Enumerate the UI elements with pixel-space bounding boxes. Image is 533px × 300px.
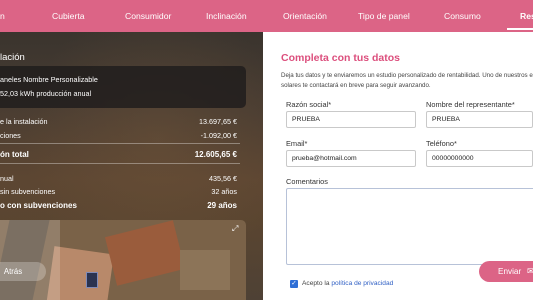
telefono-label: Teléfono* [426,139,457,148]
form-title: Completa con tus datos [281,52,401,64]
send-button[interactable]: Enviar ✉ [479,261,533,282]
comentarios-label: Comentarios [286,177,328,186]
privacy-policy-link[interactable]: política de privacidad [331,280,393,287]
row-label: o con subvenciones [0,201,77,210]
representante-input[interactable] [426,111,533,128]
summary-production: 52,03 kWh producción anual [0,89,92,98]
summary-panels: aneles Nombre Personalizable [0,75,98,84]
row-label: ciones [0,131,21,140]
email-input[interactable] [286,150,416,167]
back-button[interactable]: Atrás [0,262,46,281]
active-tab-indicator [507,28,533,30]
email-label: Email* [286,139,308,148]
row-label: nual [0,174,14,183]
send-button-label: Enviar [498,267,522,276]
row-label: ón total [0,150,29,159]
privacy-checkbox[interactable]: ✓ [290,280,298,288]
summary-box [0,66,246,108]
tab-cubierta[interactable]: Cubierta [52,11,84,21]
comentarios-textarea[interactable] [286,188,533,265]
form-description: Deja tus datos y te enviaremos un estudi… [281,72,533,89]
razon-social-input[interactable] [286,111,416,128]
tab-orientacion[interactable]: Orientación [283,11,327,21]
panel-title: lación [0,52,25,63]
results-panel: lación aneles Nombre Personalizable 52,0… [0,32,263,300]
solar-panel-marker [86,272,98,288]
row-value: 12.605,65 € [194,150,237,159]
row-label: e la instalación [0,117,48,126]
tab-resultados[interactable]: Res [520,11,533,21]
row-value: 29 años [207,201,237,210]
row-value: 435,56 € [209,174,237,183]
tab-consumo[interactable]: Consumo [444,11,481,21]
tab-inclinacion[interactable]: Inclinación [206,11,247,21]
divider [0,143,240,144]
row-value: -1.092,00 € [200,131,237,140]
expand-icon[interactable]: ⤢ [232,224,242,234]
accept-label: Acepto la [302,280,330,287]
row-value: 32 años [211,187,237,196]
send-icon: ✉ [527,266,533,276]
row-value: 13.697,65 € [199,117,237,126]
representante-label: Nombre del representante* [426,100,515,109]
razon-social-label: Razón social* [286,100,332,109]
tab-consumidor[interactable]: Consumidor [125,11,171,21]
top-navigation: n Cubierta Consumidor Inclinación Orient… [0,0,533,32]
telefono-input[interactable] [426,150,533,167]
tab-instalacion[interactable]: n [0,11,5,21]
tab-tipo-panel[interactable]: Tipo de panel [358,11,410,21]
divider [0,163,240,164]
row-label: sin subvenciones [0,187,56,196]
roof-aerial-image: ⤢ [0,220,246,300]
privacy-consent-text: Acepto la política de privacidad [302,280,393,287]
